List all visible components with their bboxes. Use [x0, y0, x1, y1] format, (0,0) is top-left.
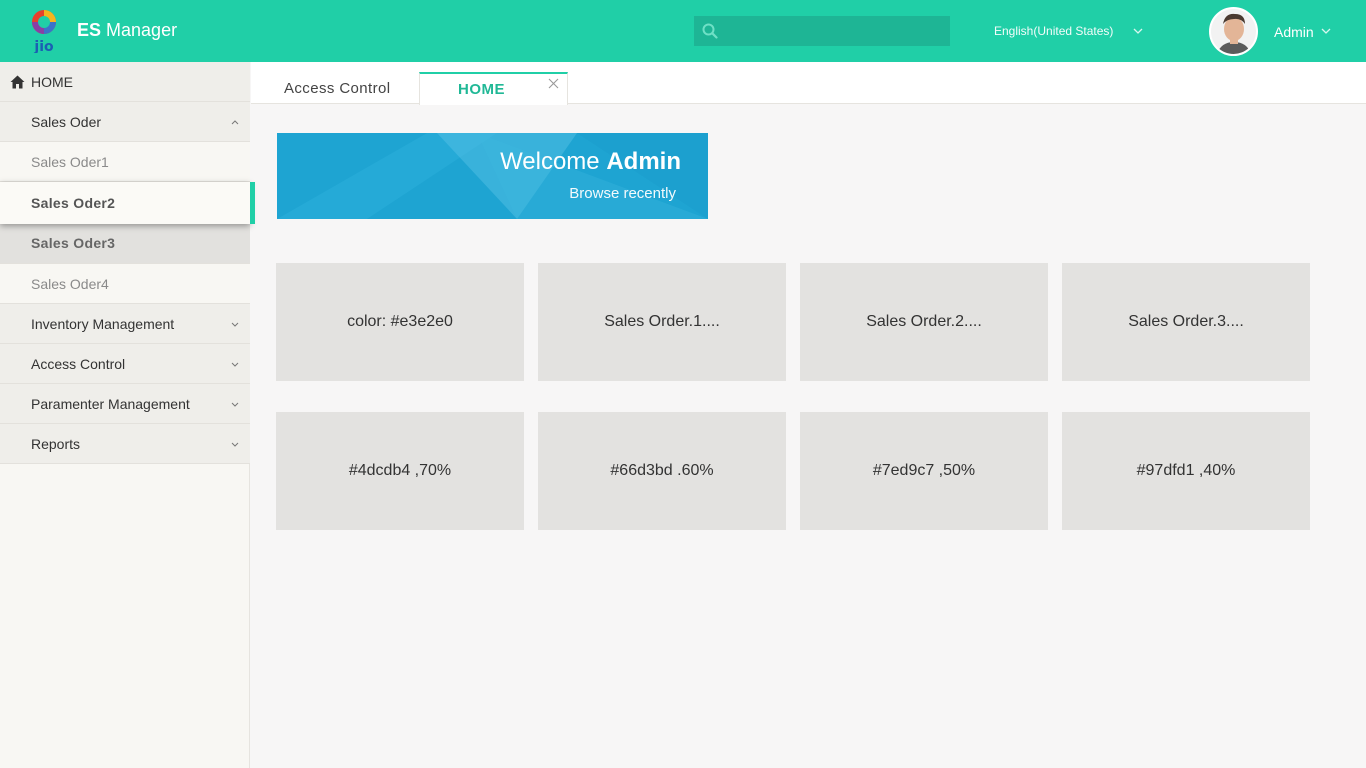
active-indicator [250, 182, 255, 224]
home-icon [10, 75, 25, 89]
sidebar-item-sales-oder4[interactable]: Sales Oder4 [0, 264, 250, 304]
tab-label: HOME [458, 81, 505, 98]
sidebar-item-label: Sales Oder2 [31, 195, 116, 211]
chevron-down-icon[interactable] [1133, 27, 1143, 35]
tab-label: Access Control [284, 80, 391, 97]
card-2[interactable]: Sales Order.1.... [538, 263, 786, 381]
card-label: Sales Order.2.... [866, 313, 982, 330]
sidebar-item-label: Reports [31, 436, 81, 452]
card-label: #4dcdb4 ,70% [348, 462, 452, 479]
sidebar-item-inventory-management[interactable]: Inventory Management [0, 304, 250, 344]
sidebar-item-sales-oder[interactable]: Sales Oder [0, 102, 250, 142]
sidebar-item-sales-oder2[interactable]: Sales Oder2 [0, 182, 250, 224]
card-3[interactable]: Sales Order.2.... [800, 263, 1048, 381]
sidebar-item-reports[interactable]: Reports [0, 424, 250, 464]
card-5[interactable]: #4dcdb4 ,70% [276, 412, 524, 530]
card-7[interactable]: #7ed9c7 ,50% [800, 412, 1048, 530]
card-label: color: #e3e2e0 [347, 313, 453, 330]
svg-text:jio: jio [33, 39, 54, 53]
chevron-down-icon [231, 322, 239, 327]
card-8[interactable]: #97dfd1 ,40% [1062, 412, 1310, 530]
card-4[interactable]: Sales Order.3.... [1062, 263, 1310, 381]
card-label: Sales Order.1.... [604, 313, 720, 330]
card-6[interactable]: #66d3bd .60% [538, 412, 786, 530]
user-portrait-icon [1211, 9, 1256, 54]
sidebar-item-label: Access Control [31, 356, 126, 372]
user-menu[interactable]: Admin [1274, 24, 1314, 40]
chevron-down-icon [231, 442, 239, 447]
tab-access-control[interactable]: Access Control [251, 72, 419, 104]
search-input[interactable] [694, 16, 950, 46]
chevron-down-icon [231, 402, 239, 407]
sidebar-item-sales-oder1[interactable]: Sales Oder1 [0, 142, 250, 182]
banner-pattern [277, 133, 708, 219]
welcome-text: Welcome Admin [500, 148, 681, 175]
search-icon[interactable] [702, 23, 718, 39]
top-header: jio ES Manager English(United States) Ad… [0, 0, 1366, 62]
sidebar-item-home[interactable]: HOME [0, 62, 250, 102]
sidebar-item-label: Inventory Management [31, 316, 175, 332]
sidebar-item-label: HOME [31, 74, 73, 90]
tab-bar: Access Control HOME [251, 62, 1366, 105]
browse-recently-text: Browse recently [569, 185, 676, 202]
language-selector[interactable]: English(United States) [994, 24, 1113, 38]
sidebar-item-sales-oder3[interactable]: Sales Oder3 [0, 224, 250, 264]
avatar[interactable] [1209, 7, 1258, 56]
app-title: ES Manager [77, 20, 178, 40]
welcome-banner: Welcome Admin Browse recently [277, 133, 708, 219]
card-label: #66d3bd .60% [610, 462, 714, 479]
chevron-up-icon [231, 120, 239, 125]
chevron-down-icon [231, 362, 239, 367]
sidebar-item-label: Sales Oder3 [31, 235, 116, 251]
sidebar-item-paramenter-management[interactable]: Paramenter Management [0, 384, 250, 424]
close-icon[interactable] [548, 78, 559, 89]
card-1[interactable]: color: #e3e2e0 [276, 263, 524, 381]
sidebar-item-label: Paramenter Management [31, 396, 190, 412]
tab-home[interactable]: HOME [419, 72, 568, 105]
card-label: Sales Order.3.... [1128, 313, 1244, 330]
sidebar-item-label: Sales Oder1 [31, 154, 109, 170]
sidebar: HOME Sales Oder Sales Oder1 Sales Oder2 … [0, 62, 255, 768]
sidebar-item-label: Sales Oder4 [31, 276, 109, 292]
sidebar-item-access-control[interactable]: Access Control [0, 344, 250, 384]
chevron-down-icon[interactable] [1321, 27, 1331, 35]
jio-logo-icon[interactable]: jio [28, 9, 60, 53]
card-label: #7ed9c7 ,50% [872, 462, 976, 479]
sidebar-item-label: Sales Oder [31, 114, 102, 130]
card-label: #97dfd1 ,40% [1136, 462, 1236, 479]
